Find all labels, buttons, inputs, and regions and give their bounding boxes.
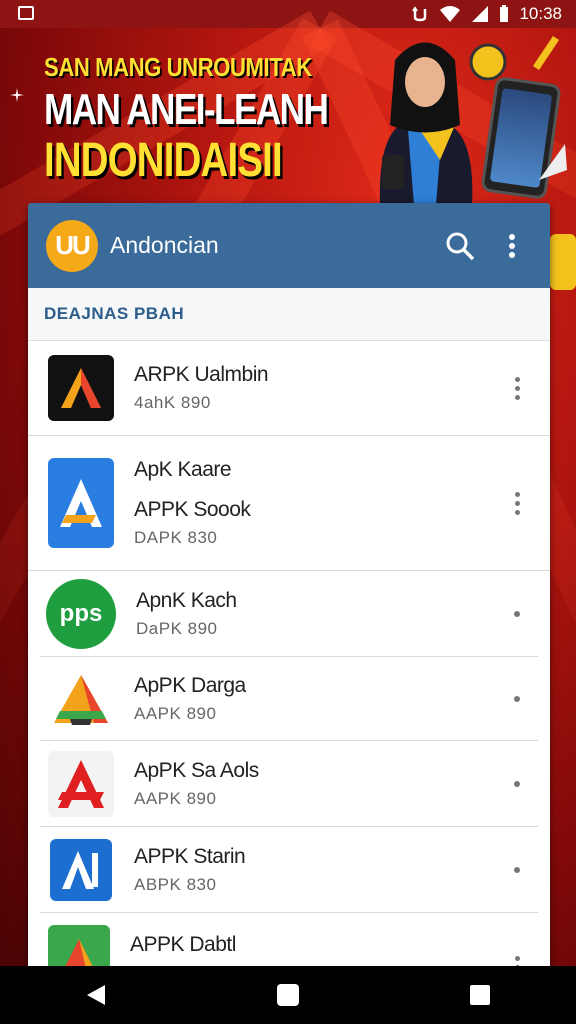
app-name: ApPK Darga [134, 673, 246, 697]
search-button[interactable] [440, 226, 480, 266]
list-item[interactable]: ApK Kaare APPK Soook DAPK 830 [28, 436, 550, 571]
pencil-icon [533, 36, 559, 70]
app-title: Andoncian [110, 232, 219, 258]
apk-a-red-icon [48, 750, 114, 817]
app-name: APPK Starin [134, 844, 246, 868]
recents-icon [470, 985, 490, 1005]
app-name: ApnK Kach [136, 588, 237, 612]
app-name: APPK Dabtl [130, 933, 236, 956]
pps-green-icon: pps [46, 578, 116, 649]
system-navigation-bar [0, 966, 576, 1024]
star-icon [10, 88, 24, 102]
banner-line-2: MAN ANEI-LEANH [44, 85, 329, 134]
apk-a-blue-icon [48, 458, 114, 548]
gear-deco-icon [550, 234, 576, 290]
apk-a-orange-icon [48, 665, 114, 732]
banner-line-3: INDONIDAISII [44, 134, 283, 187]
app-meta: DaPK 890 [136, 618, 218, 638]
app-bar: UU Andoncian [28, 203, 550, 288]
list-item[interactable]: ApPK Sa Aols AAPK 890 [40, 741, 538, 827]
app-notification-icon [18, 6, 34, 20]
overflow-menu-button[interactable] [492, 226, 532, 266]
home-icon [277, 984, 299, 1006]
signal-icon [472, 6, 489, 22]
list-item[interactable]: pps ApnK Kach DaPK 890 [40, 571, 538, 657]
wifi-icon [440, 6, 461, 22]
promo-banner-headline: SAN MANG UNROUMITAK MAN ANEI-LEANH INDON… [44, 52, 344, 188]
app-meta: 4ahK 890 [134, 393, 211, 412]
app-meta: AAPK 890 [134, 703, 217, 723]
list-item[interactable]: APPK Dabtl [28, 913, 550, 973]
apk-al-blue-icon [50, 838, 112, 901]
app-meta: AAPK 890 [134, 788, 217, 808]
item-menu-button[interactable] [502, 679, 532, 719]
app-meta: DAPK 830 [134, 528, 218, 547]
back-button[interactable] [66, 970, 126, 1020]
list-item[interactable]: ARPK Ualmbin 4ahK 890 [28, 341, 550, 436]
coin-icon [469, 43, 507, 81]
app-meta: ABPK 830 [134, 874, 217, 894]
search-icon [446, 232, 475, 260]
recents-button[interactable] [450, 970, 510, 1020]
section-header: DEAJNAS PBAH [28, 288, 550, 341]
app-subtitle: APPK Soook [134, 498, 251, 521]
list-item[interactable]: APPK Starin ABPK 830 [40, 827, 538, 913]
apk-arrow-red-icon [48, 355, 114, 421]
more-vert-icon [509, 233, 515, 258]
item-menu-button[interactable] [502, 368, 532, 408]
app-logo: UU [46, 219, 98, 272]
home-button[interactable] [258, 970, 318, 1020]
sync-icon [412, 6, 427, 22]
item-menu-button[interactable] [502, 483, 532, 523]
back-icon [87, 985, 105, 1005]
battery-icon [500, 5, 509, 22]
banner-line-1: SAN MANG UNROUMITAK [44, 52, 312, 82]
app-list-card: UU Andoncian DEAJNAS PBAH ARPK Ualmbin 4… [28, 203, 550, 973]
status-time: 10:38 [519, 4, 562, 23]
item-menu-button[interactable] [502, 594, 532, 634]
arrow-icon [539, 144, 567, 180]
app-name: ApPK Sa Aols [134, 758, 259, 782]
item-menu-button[interactable] [502, 764, 532, 804]
app-name: ApK Kaare [134, 458, 232, 481]
list-item[interactable]: ApPK Darga AAPK 890 [40, 657, 538, 741]
item-menu-button[interactable] [502, 850, 532, 890]
app-name: ARPK Ualmbin [134, 363, 269, 386]
